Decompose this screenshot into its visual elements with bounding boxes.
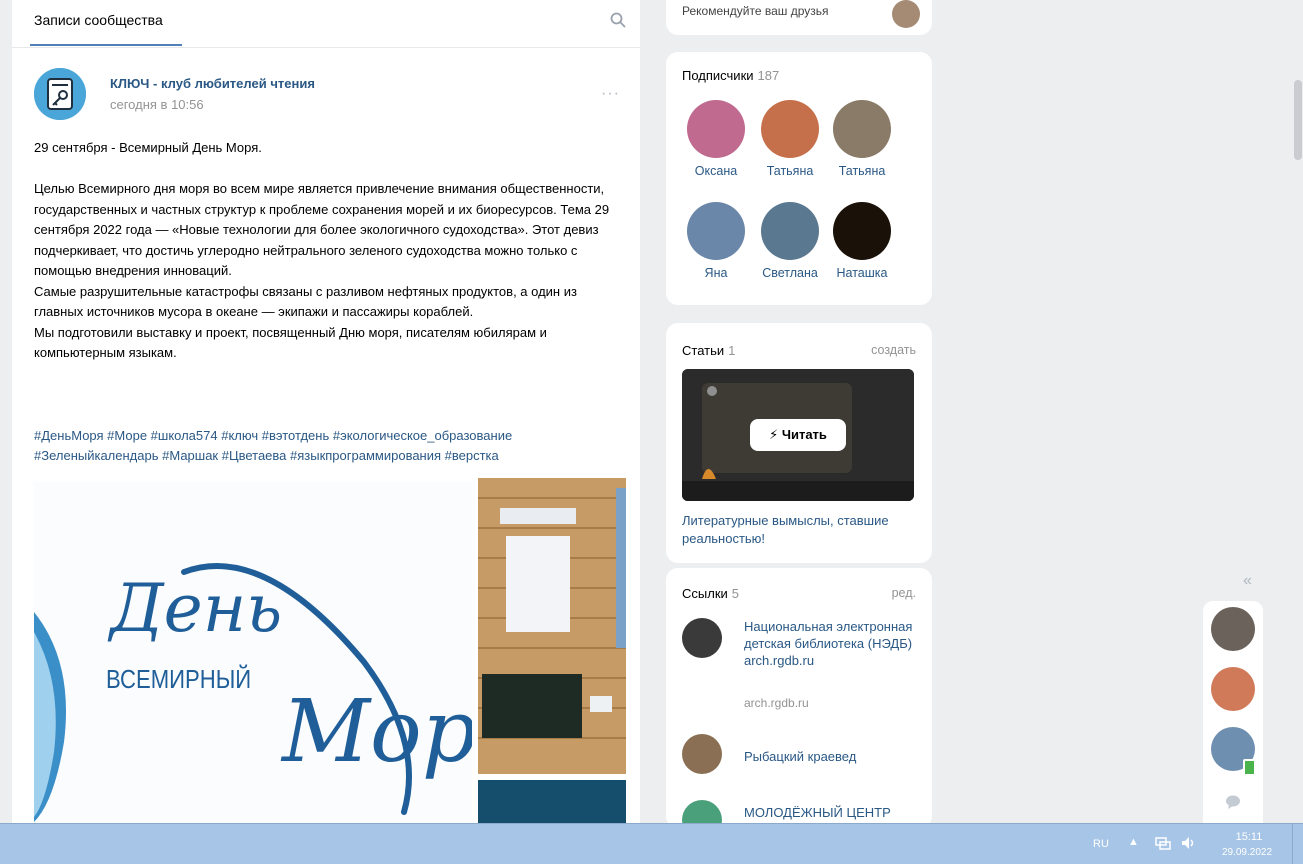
subscriber-name[interactable]: Оксана [676,164,756,178]
group-avatar[interactable] [34,68,86,120]
clock-time[interactable]: 15:11 [1222,831,1276,843]
post-photo-exhibition[interactable] [478,478,626,774]
post-time[interactable]: сегодня в 10:56 [110,97,204,112]
subscriber-item[interactable]: Наташка [822,202,902,280]
subscribers-count: 187 [757,68,780,83]
collapse-chats-icon[interactable]: « [1243,572,1252,590]
subscriber-avatar[interactable] [761,100,819,158]
recommend-block: Рекомендуйте ваш друзья [666,0,932,35]
subscriber-item[interactable]: Яна [676,202,756,280]
subscribers-block: Подписчики 187 Оксана Татьяна Татьяна Яна Све… [666,52,932,305]
links-title[interactable]: Ссылки 5 [682,586,739,601]
chat-bubble-icon[interactable] [1225,795,1241,809]
windows-taskbar: RU ▲ 15:11 29.09.2022 [0,823,1303,864]
subscriber-name[interactable]: Татьяна [750,164,830,178]
post-photo-extra[interactable] [478,780,626,823]
subscriber-item[interactable]: Татьяна [750,100,830,178]
subscriber-item[interactable]: Оксана [676,100,756,178]
tab-community-posts[interactable]: Записи сообщества [34,12,163,28]
link-title[interactable]: Национальная электронная детская библиот… [744,618,914,669]
image-word-vsemirny: ВСЕМИРНЫЙ [106,664,252,694]
chat-avatar[interactable] [1211,667,1255,711]
subscriber-avatar[interactable] [687,100,745,158]
lightning-icon: ⚡ [769,427,779,442]
article-title[interactable]: Литературные вымыслы, ставшие реальность… [682,512,912,548]
recommend-avatar[interactable] [892,0,920,28]
image-word-morya: Моря [282,682,472,782]
image-word-den: День [110,570,283,647]
chat-avatar[interactable] [1211,607,1255,651]
edit-links-link[interactable]: ред. [892,586,916,600]
subscribers-title[interactable]: Подписчики 187 [682,68,779,83]
subscriber-name[interactable]: Татьяна [822,164,902,178]
post-hashtags[interactable]: #ДеньМоря #Море #школа574 #ключ #вэтотде… [34,426,634,466]
language-indicator[interactable]: RU [1093,838,1109,850]
subscriber-avatar[interactable] [687,202,745,260]
clock-date[interactable]: 29.09.2022 [1216,847,1278,858]
show-desktop-button[interactable] [1292,824,1303,864]
book-key-icon [34,68,86,120]
subscriber-item[interactable]: Татьяна [822,100,902,178]
subscriber-avatar[interactable] [761,202,819,260]
online-mobile-icon [1243,759,1256,776]
recommend-text[interactable]: Рекомендуйте ваш друзья [682,4,829,18]
link-avatar [682,734,722,774]
link-avatar [682,618,722,658]
subscriber-avatar[interactable] [833,100,891,158]
post-photo-main[interactable]: День ВСЕМИРНЫЙ Моря [34,482,472,823]
subscriber-name[interactable]: Яна [676,266,756,280]
volume-icon[interactable] [1180,834,1198,852]
articles-block: Статьи 1 создать ⚡ Читать Литературные вы… [666,323,932,563]
community-wall: Записи сообщества КЛЮЧ - клуб любителей … [12,0,640,823]
link-title[interactable]: Рыбацкий краевед [744,748,914,765]
subscriber-name[interactable]: Светлана [750,266,830,280]
more-icon[interactable]: ··· [601,85,620,103]
link-title[interactable]: МОЛОДЁЖНЫЙ ЦЕНТР [744,804,914,821]
tab-underline [30,44,182,46]
chat-sidebar [1203,601,1263,831]
page-scrollbar[interactable] [1294,80,1302,160]
read-article-button[interactable]: ⚡ Читать [750,419,846,451]
wall-tabs: Записи сообщества [12,0,640,48]
articles-count: 1 [728,343,736,358]
article-cover[interactable]: ⚡ Читать [682,369,914,501]
search-icon[interactable] [610,12,626,28]
articles-title[interactable]: Статьи 1 [682,343,735,358]
post-text: 29 сентября - Всемирный День Моря. Целью… [34,140,610,360]
links-count: 5 [731,586,740,601]
subscriber-avatar[interactable] [833,202,891,260]
links-title-label: Ссылки [682,586,728,601]
links-block: Ссылки 5 ред. Национальная электронная де… [666,568,932,840]
post-author[interactable]: КЛЮЧ - клуб любителей чтения [110,76,315,91]
read-article-label: Читать [781,427,827,442]
subscriber-item[interactable]: Светлана [750,202,830,280]
subscriber-name[interactable]: Наташка [822,266,902,280]
network-icon[interactable] [1154,834,1172,852]
create-article-link[interactable]: создать [871,343,916,357]
tray-expand-icon[interactable]: ▲ [1128,836,1139,848]
link-url: arch.rgdb.ru [744,696,809,710]
articles-title-label: Статьи [682,343,725,358]
subscribers-title-label: Подписчики [682,68,754,83]
